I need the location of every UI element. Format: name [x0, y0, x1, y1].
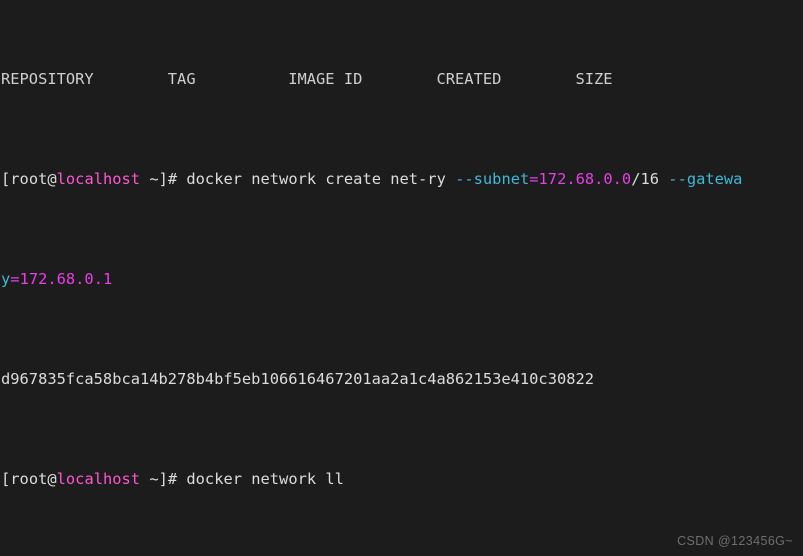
prompt-hostname: localhost — [56, 170, 141, 188]
network-hash-text: d967835fca58bca14b278b4bf5eb106616467201… — [1, 370, 595, 388]
gateway-value: 172.68.0.1 — [19, 270, 113, 288]
csdn-watermark: CSDN @123456G~ — [677, 534, 793, 548]
prompt-user: root — [10, 170, 48, 188]
command-line-create: [root@localhost ~]# docker network creat… — [0, 169, 803, 189]
flag-gateway-part1: --gatewa — [668, 170, 743, 188]
subnet-cidr: /16 — [631, 170, 660, 188]
prompt-at-symbol: @ — [47, 470, 57, 488]
prompt-tail: ~]# — [140, 170, 187, 188]
command-line-create-wrap: y=172.68.0.1 — [0, 269, 803, 289]
terminal-screen: REPOSITORY TAG IMAGE ID CREATED SIZE [ro… — [0, 0, 803, 556]
prompt-hostname: localhost — [56, 470, 141, 488]
prompt-bracket-open: [ — [1, 170, 11, 188]
flag-gateway-part2: y — [1, 270, 11, 288]
clipped-previous-output: REPOSITORY TAG IMAGE ID CREATED SIZE — [0, 69, 803, 89]
prompt-user: root — [10, 470, 48, 488]
command-text-create: docker network create net-ry — [186, 170, 456, 188]
gateway-equals: = — [10, 270, 20, 288]
subnet-equals: = — [529, 170, 539, 188]
command-line-ll: [root@localhost ~]# docker network ll — [0, 469, 803, 489]
command-text-ll: docker network ll — [186, 470, 344, 488]
terminal-window[interactable]: REPOSITORY TAG IMAGE ID CREATED SIZE [ro… — [0, 0, 803, 556]
subnet-value: 172.68.0.0 — [538, 170, 632, 188]
command-space — [659, 170, 668, 188]
prompt-tail: ~]# — [140, 470, 187, 488]
clipped-header-text: REPOSITORY TAG IMAGE ID CREATED SIZE — [1, 70, 613, 88]
flag-subnet: --subnet — [455, 170, 530, 188]
prompt-bracket-open: [ — [1, 470, 11, 488]
prompt-at-symbol: @ — [47, 170, 57, 188]
output-network-hash: d967835fca58bca14b278b4bf5eb106616467201… — [0, 369, 803, 389]
